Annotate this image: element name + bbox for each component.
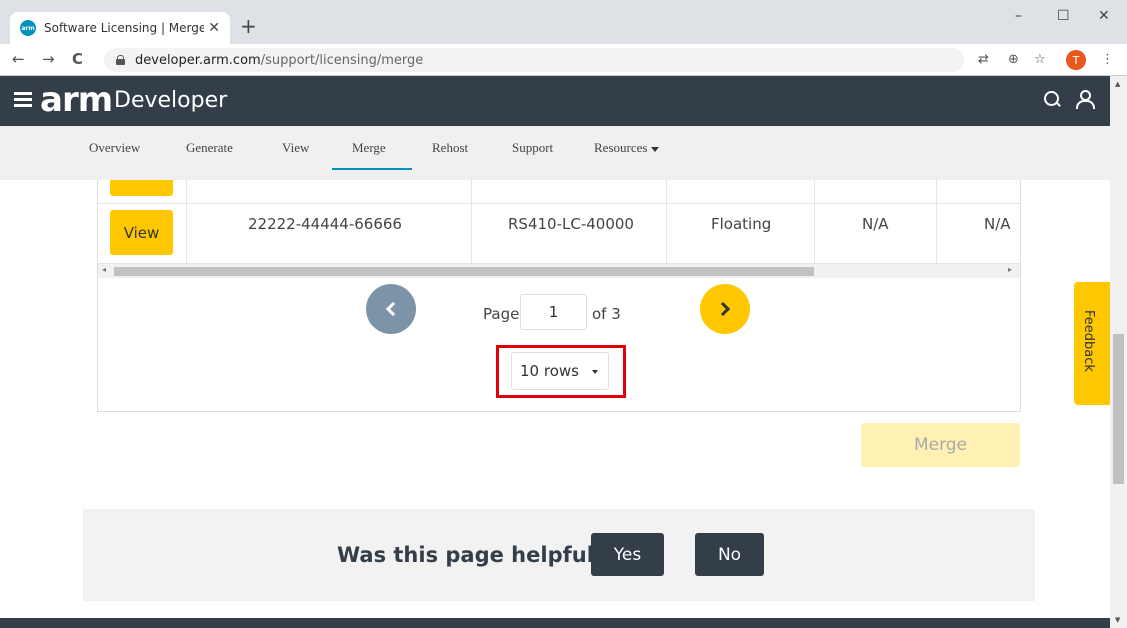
table-row [98, 180, 1020, 204]
serial-cell: 22222-44444-66666 [248, 215, 402, 233]
subnav-support[interactable]: Support [512, 140, 553, 156]
previous-page-button[interactable] [366, 284, 416, 334]
address-bar[interactable]: developer.arm.com /support/licensing/mer… [104, 48, 964, 72]
active-tab-underline [332, 168, 412, 170]
license-type-cell: Floating [711, 215, 772, 233]
url-host: developer.arm.com [135, 52, 261, 68]
subnav-generate[interactable]: Generate [186, 140, 233, 156]
developer-wordmark[interactable]: Developer [114, 88, 227, 113]
helpful-no-button[interactable]: No [695, 533, 764, 576]
tab-close-icon[interactable]: ✕ [208, 20, 220, 36]
na-cell: N/A [984, 215, 1011, 233]
hamburger-menu-icon[interactable] [14, 92, 32, 107]
arm-favicon-icon: arm [20, 20, 36, 36]
license-table-container: View 22222-44444-66666 RS410-LC-40000 Fl… [97, 180, 1021, 412]
caret-down-icon [592, 370, 598, 374]
scroll-right-arrow-icon[interactable]: ▸ [1008, 265, 1012, 274]
chevron-left-icon [385, 301, 401, 317]
tab-title: Software Licensing | Merge – Arm [44, 21, 204, 35]
licensing-subnav: Overview Generate View Merge Rehost Supp… [0, 126, 1110, 180]
dropdown-triangle-icon [651, 146, 660, 152]
back-arrow-icon[interactable]: ← [12, 50, 25, 68]
subnav-resources-label: Resources [594, 140, 648, 155]
maximize-icon[interactable]: ☐ [1057, 8, 1070, 24]
page-helpful-panel: Was this page helpful? Yes No [83, 509, 1035, 601]
subnav-resources[interactable]: Resources [594, 140, 660, 156]
next-page-button[interactable] [700, 284, 750, 334]
horizontal-scrollbar[interactable]: ◂ ▸ [98, 264, 1020, 278]
page-number-input[interactable] [520, 294, 587, 330]
chevron-right-icon [715, 301, 731, 317]
view-button-partial[interactable] [110, 180, 173, 196]
scroll-left-arrow-icon[interactable]: ◂ [102, 265, 106, 274]
arm-logo[interactable]: arm [40, 82, 113, 118]
page-count-label: of 3 [592, 305, 621, 323]
user-account-icon[interactable] [1076, 90, 1095, 109]
subnav-rehost[interactable]: Rehost [432, 140, 468, 156]
rows-per-page-select[interactable]: 10 rows [511, 352, 609, 390]
url-path: /support/licensing/merge [260, 52, 424, 68]
browser-tabstrip: arm Software Licensing | Merge – Arm ✕ +… [0, 0, 1127, 44]
helpful-yes-button[interactable]: Yes [591, 533, 664, 576]
bookmark-star-icon[interactable]: ☆ [1034, 52, 1046, 67]
merge-button[interactable]: Merge [861, 423, 1020, 467]
forward-arrow-icon[interactable]: → [42, 50, 55, 68]
page-label: Page [483, 305, 520, 323]
vertical-scroll-thumb[interactable] [1113, 334, 1124, 484]
zoom-icon[interactable]: ⊕ [1008, 52, 1019, 67]
footer-bar [0, 618, 1110, 628]
subnav-merge[interactable]: Merge [352, 140, 386, 156]
site-header: arm Developer [0, 76, 1110, 126]
scroll-down-arrow-icon[interactable]: ▼ [1115, 616, 1120, 624]
vertical-scrollbar[interactable]: ▲ ▼ [1110, 76, 1127, 628]
horizontal-scroll-thumb[interactable] [114, 267, 814, 276]
browser-tab[interactable]: arm Software Licensing | Merge – Arm ✕ [10, 12, 230, 44]
new-tab-button[interactable]: + [240, 14, 257, 38]
scroll-up-arrow-icon[interactable]: ▲ [1115, 80, 1120, 88]
browser-menu-icon[interactable]: ⋮ [1101, 52, 1114, 67]
feedback-label: Feedback [1081, 310, 1096, 372]
subnav-view[interactable]: View [282, 140, 309, 156]
browser-toolbar: ← → C developer.arm.com /support/licensi… [0, 44, 1127, 76]
minimize-icon[interactable]: – [1015, 8, 1022, 24]
translate-icon[interactable]: ⇄ [978, 52, 989, 67]
table-row: View 22222-44444-66666 RS410-LC-40000 Fl… [98, 204, 1020, 264]
helpful-question: Was this page helpful? [337, 543, 607, 567]
subnav-overview[interactable]: Overview [89, 140, 140, 156]
view-button[interactable]: View [110, 210, 173, 255]
feedback-tab[interactable]: Feedback [1074, 282, 1110, 405]
window-close-icon[interactable]: ✕ [1098, 8, 1110, 24]
rows-per-page-value: 10 rows [520, 362, 579, 380]
profile-avatar[interactable]: T [1066, 50, 1086, 70]
na-cell: N/A [862, 215, 889, 233]
lock-icon [116, 55, 125, 65]
product-code-cell: RS410-LC-40000 [508, 215, 634, 233]
reload-icon[interactable]: C [72, 50, 83, 68]
search-icon[interactable] [1044, 91, 1060, 107]
